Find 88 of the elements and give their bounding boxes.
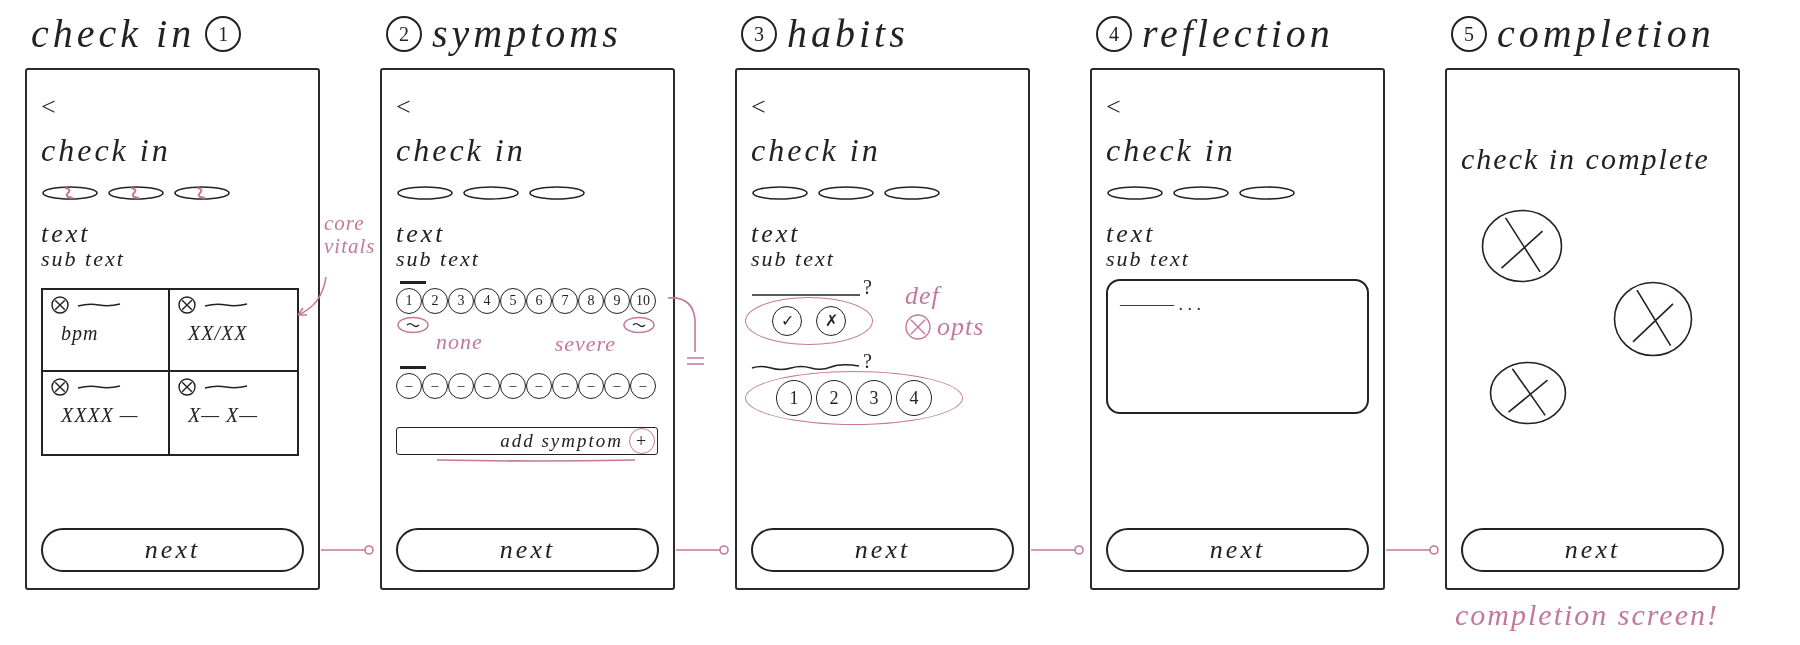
- screen-title: check in: [1106, 134, 1236, 167]
- screen-title: check in: [396, 134, 526, 167]
- answer-option[interactable]: 2: [816, 380, 852, 416]
- annotation-ring-icon: [622, 316, 656, 334]
- body-text: text: [396, 221, 446, 247]
- sub-text: sub text: [1106, 247, 1190, 271]
- scale-option[interactable]: –: [396, 373, 422, 399]
- add-symptom-button[interactable]: add symptom +: [396, 427, 658, 455]
- step-number: 2: [386, 16, 422, 52]
- flow-connector: [321, 544, 375, 556]
- sub-text: sub text: [41, 247, 125, 271]
- scale-option[interactable]: –: [474, 373, 500, 399]
- flow-connector: [676, 544, 730, 556]
- annotation-note: severe: [554, 332, 616, 357]
- scale-option[interactable]: –: [604, 373, 630, 399]
- reflection-field[interactable]: ——— . . .: [1106, 279, 1369, 414]
- scale-option[interactable]: –: [630, 373, 656, 399]
- next-button[interactable]: next: [1461, 528, 1724, 572]
- scale-option[interactable]: –: [422, 373, 448, 399]
- circle-x-icon: [51, 378, 69, 396]
- screen-heading: symptoms: [432, 12, 622, 56]
- answer-option[interactable]: ✓: [772, 306, 802, 336]
- back-button[interactable]: <: [751, 94, 766, 120]
- next-button[interactable]: next: [1106, 528, 1369, 572]
- answer-option[interactable]: ✗: [816, 306, 846, 336]
- label-squiggle: [204, 301, 248, 309]
- step-number: 1: [205, 16, 242, 52]
- body-text: text: [751, 221, 801, 247]
- scale-option[interactable]: 10: [630, 288, 656, 314]
- circle-x-icon: [178, 296, 196, 314]
- scale-option[interactable]: 3: [448, 288, 474, 314]
- vital-value: bpm: [60, 322, 99, 344]
- back-button[interactable]: <: [396, 94, 411, 120]
- screen-title: check in: [41, 134, 171, 167]
- circle-x-icon: [51, 296, 69, 314]
- back-button[interactable]: <: [41, 94, 56, 120]
- answer-option[interactable]: 1: [776, 380, 812, 416]
- vital-value: XXXX —: [59, 404, 139, 426]
- label-dash: [400, 281, 426, 284]
- annotation-note: none: [436, 330, 483, 355]
- scale-option[interactable]: 5: [500, 288, 526, 314]
- step-number: 3: [741, 16, 777, 52]
- screen-title: check in: [751, 134, 881, 167]
- label-squiggle: [204, 383, 248, 391]
- sub-text: sub text: [396, 247, 480, 271]
- answer-option[interactable]: 3: [856, 380, 892, 416]
- step-number: 5: [1451, 16, 1487, 52]
- annotation-ring-icon: [396, 316, 430, 334]
- body-text: text: [41, 221, 91, 247]
- next-button[interactable]: next: [396, 528, 659, 572]
- annotation-note: def: [905, 282, 940, 311]
- scale-option[interactable]: 4: [474, 288, 500, 314]
- screen-heading: reflection: [1142, 12, 1334, 56]
- scale-option[interactable]: 8: [578, 288, 604, 314]
- screen-heading: check in: [31, 12, 196, 56]
- back-button[interactable]: <: [1106, 94, 1121, 120]
- question-mark: ?: [863, 277, 872, 297]
- scale-option[interactable]: 2: [422, 288, 448, 314]
- answer-option[interactable]: 4: [896, 380, 932, 416]
- annotation-note: completion screen!: [1455, 598, 1720, 631]
- screen-heading: completion: [1497, 12, 1715, 56]
- scale-option[interactable]: –: [552, 373, 578, 399]
- label-squiggle: [77, 301, 121, 309]
- next-button[interactable]: next: [751, 528, 1014, 572]
- vital-value: X— X—: [186, 404, 258, 426]
- sub-text: sub text: [751, 247, 835, 271]
- vital-value: XX/XX: [186, 322, 248, 344]
- scale-option[interactable]: –: [500, 373, 526, 399]
- screen-heading: habits: [787, 12, 909, 56]
- body-text: text: [1106, 221, 1156, 247]
- screen-title: check in complete: [1461, 142, 1710, 175]
- scale-option[interactable]: –: [526, 373, 552, 399]
- label-squiggle: [77, 383, 121, 391]
- circle-x-icon: [178, 378, 196, 396]
- annotation-note: opts: [937, 312, 985, 342]
- step-number: 4: [1096, 16, 1132, 52]
- next-button[interactable]: next: [41, 528, 304, 572]
- scale-option[interactable]: 1: [396, 288, 422, 314]
- scale-option[interactable]: 9: [604, 288, 630, 314]
- flow-connector: [1031, 544, 1085, 556]
- flow-connector: [1386, 544, 1440, 556]
- label-dash: [400, 366, 426, 369]
- scale-option[interactable]: –: [448, 373, 474, 399]
- question-mark: ?: [863, 351, 872, 371]
- scale-option[interactable]: 6: [526, 288, 552, 314]
- scale-option[interactable]: 7: [552, 288, 578, 314]
- scale-option[interactable]: –: [578, 373, 604, 399]
- annotation-note: core vitals: [324, 212, 377, 259]
